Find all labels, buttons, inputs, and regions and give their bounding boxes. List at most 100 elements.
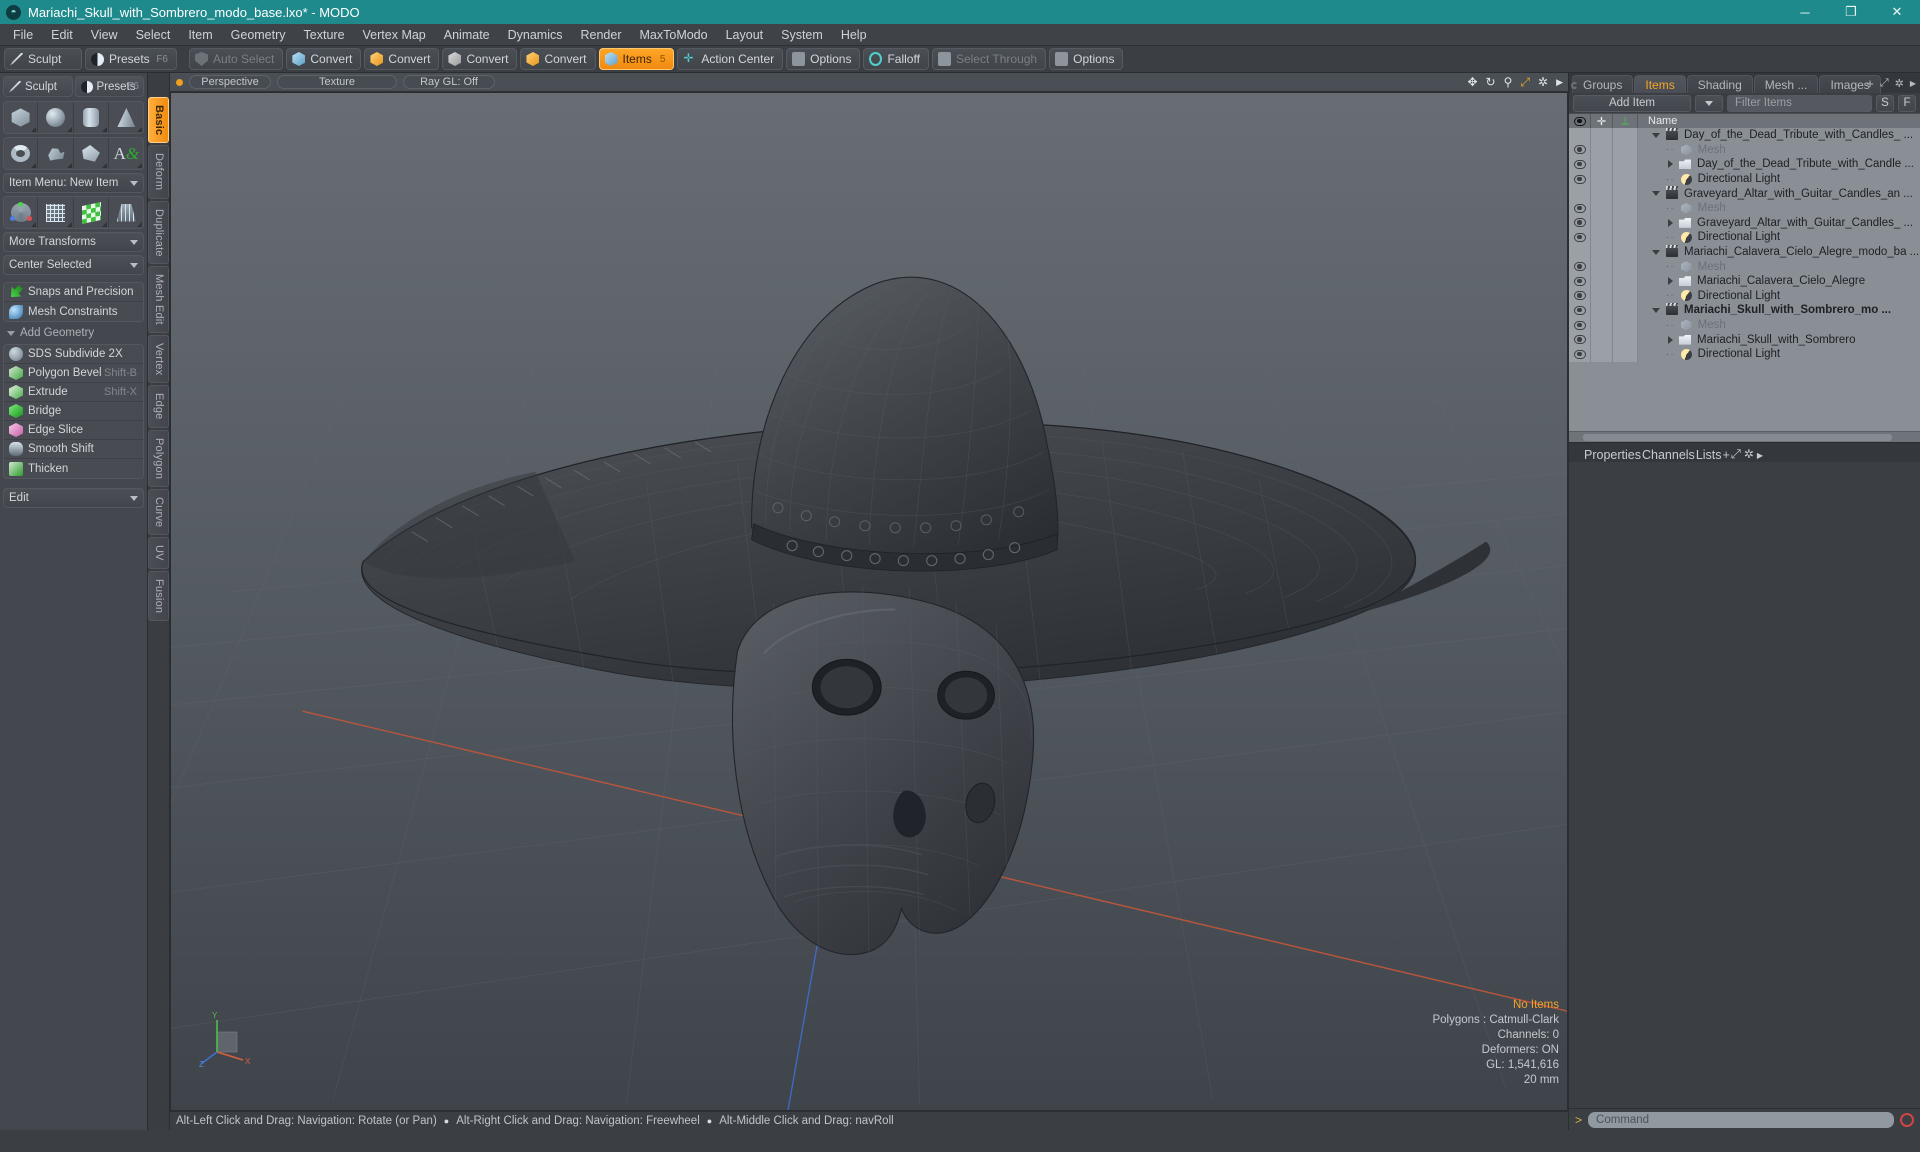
tab-mesh[interactable]: Mesh ... bbox=[1753, 75, 1819, 93]
add-geometry-header[interactable]: Add Geometry bbox=[3, 325, 144, 341]
checker-button[interactable] bbox=[75, 197, 109, 228]
viewport-projection-dropdown[interactable]: Perspective bbox=[189, 75, 271, 89]
item-name-cell[interactable]: ·· Mesh bbox=[1638, 201, 1920, 216]
menu-item-system[interactable]: System bbox=[772, 24, 832, 46]
axis-cell[interactable] bbox=[1613, 332, 1638, 347]
visibility-toggle[interactable] bbox=[1569, 230, 1591, 245]
move-icon[interactable]: ✥ bbox=[1467, 75, 1477, 89]
maximize-button[interactable]: ❐ bbox=[1828, 0, 1874, 24]
toolbar-falloff-button-8[interactable]: Falloff bbox=[863, 48, 929, 70]
name-column-header[interactable]: Name bbox=[1638, 114, 1920, 129]
visibility-toggle[interactable] bbox=[1569, 288, 1591, 304]
item-row[interactable]: ·· Directional Light bbox=[1569, 171, 1920, 187]
close-button[interactable]: ✕ bbox=[1874, 0, 1920, 24]
item-name-cell[interactable]: Day_of_the_Dead_Tribute_with_Candles_ ..… bbox=[1638, 128, 1920, 143]
menu-item-vertex-map[interactable]: Vertex Map bbox=[354, 24, 435, 46]
vtab-edge[interactable]: Edge bbox=[148, 385, 169, 428]
item-name-cell[interactable]: Mariachi_Calavera_Cielo_Alegre_modo_ba .… bbox=[1638, 244, 1920, 260]
visibility-toggle[interactable] bbox=[1569, 244, 1591, 260]
record-icon[interactable] bbox=[1900, 1112, 1914, 1127]
menu-item-dynamics[interactable]: Dynamics bbox=[499, 24, 572, 46]
expand-icon[interactable]: ⤢ bbox=[1731, 447, 1741, 461]
lattice-button[interactable] bbox=[110, 197, 143, 228]
menu-item-select[interactable]: Select bbox=[127, 24, 180, 46]
lock-cell[interactable] bbox=[1591, 186, 1613, 201]
visibility-toggle[interactable] bbox=[1569, 259, 1591, 274]
menu-item-render[interactable]: Render bbox=[572, 24, 631, 46]
lock-cell[interactable] bbox=[1591, 200, 1613, 216]
item-name-cell[interactable]: ·· Mesh bbox=[1638, 318, 1920, 333]
item-name-cell[interactable]: ·· Directional Light bbox=[1638, 172, 1920, 187]
expand-icon[interactable]: ⤢ bbox=[1880, 77, 1889, 90]
toolbar-options-button-7[interactable]: Options bbox=[786, 48, 861, 70]
tool-bridge[interactable]: Bridge bbox=[4, 402, 143, 421]
visibility-toggle[interactable] bbox=[1569, 317, 1591, 333]
gear-icon[interactable]: ✲ bbox=[1538, 75, 1548, 89]
axis-cell[interactable] bbox=[1613, 259, 1638, 274]
scrollbar-thumb[interactable] bbox=[1583, 434, 1892, 441]
visibility-toggle[interactable] bbox=[1569, 128, 1591, 143]
menu-item-layout[interactable]: Layout bbox=[717, 24, 773, 46]
minimize-button[interactable]: ─ bbox=[1782, 0, 1828, 24]
chevron-right-icon[interactable] bbox=[1668, 160, 1673, 169]
add-tab-icon[interactable]: + bbox=[1866, 76, 1874, 91]
chevron-right-icon[interactable]: ▶ bbox=[1910, 79, 1916, 88]
item-row[interactable]: ·· Directional Light bbox=[1569, 230, 1920, 245]
item-row[interactable]: ·· Directional Light bbox=[1569, 288, 1920, 304]
chevron-down-icon[interactable] bbox=[1652, 249, 1660, 255]
toolbar-options-button-10[interactable]: Options bbox=[1049, 48, 1124, 70]
expand-icon[interactable]: ⤢ bbox=[1520, 75, 1530, 90]
chevron-right-icon[interactable] bbox=[1668, 218, 1673, 227]
item-list[interactable]: Day_of_the_Dead_Tribute_with_Candles_ ..… bbox=[1569, 128, 1920, 431]
add-properties-tab[interactable]: + bbox=[1723, 448, 1730, 462]
item-row[interactable]: ·· Directional Light bbox=[1569, 346, 1920, 362]
item-name-cell[interactable]: ·· Directional Light bbox=[1638, 347, 1920, 362]
center-selected-dropdown[interactable]: Center Selected bbox=[3, 255, 144, 275]
item-row[interactable]: ·· Mesh bbox=[1569, 259, 1920, 274]
command-input[interactable]: Command bbox=[1588, 1111, 1894, 1128]
mesh-constraints-button[interactable]: Mesh Constraints bbox=[4, 302, 143, 321]
item-name-cell[interactable]: Mariachi_Skull_with_Sombrero_mo ... bbox=[1638, 303, 1920, 318]
menu-item-view[interactable]: View bbox=[82, 24, 127, 46]
menu-item-geometry[interactable]: Geometry bbox=[222, 24, 295, 46]
tab-properties[interactable]: Properties bbox=[1584, 448, 1641, 462]
item-name-cell[interactable]: ·· Directional Light bbox=[1638, 289, 1920, 304]
visibility-column-icon[interactable] bbox=[1569, 113, 1591, 129]
visibility-toggle[interactable] bbox=[1569, 273, 1591, 289]
item-row[interactable]: Mariachi_Calavera_Cielo_Alegre_modo_ba .… bbox=[1569, 244, 1920, 260]
toolbar-presets-button[interactable]: Presets F6 bbox=[85, 48, 177, 70]
toolbar-sculpt-button[interactable]: Sculpt bbox=[4, 48, 82, 70]
lock-cell[interactable] bbox=[1591, 128, 1613, 143]
toolbar-convert-button-4[interactable]: Convert bbox=[520, 48, 596, 70]
filter-f-button[interactable]: F bbox=[1898, 94, 1916, 112]
text-primitive-button[interactable]: A& bbox=[110, 138, 143, 169]
presets-button[interactable]: Presets F6 bbox=[74, 76, 144, 97]
viewport-menu-icon[interactable] bbox=[176, 78, 183, 86]
cylinder-primitive-button[interactable] bbox=[75, 102, 109, 133]
menu-item-edit[interactable]: Edit bbox=[42, 24, 82, 46]
item-name-cell[interactable]: Mariachi_Calavera_Cielo_Alegre bbox=[1638, 274, 1920, 289]
item-row[interactable]: Day_of_the_Dead_Tribute_with_Candle ... bbox=[1569, 157, 1920, 172]
cube-primitive-button[interactable] bbox=[4, 102, 39, 133]
item-row[interactable]: ·· Mesh bbox=[1569, 142, 1920, 158]
item-row[interactable]: Mariachi_Calavera_Cielo_Alegre bbox=[1569, 273, 1920, 289]
toolbar-action-center-button-6[interactable]: ✛ Action Center bbox=[677, 48, 784, 70]
vtab-vertex[interactable]: Vertex bbox=[148, 335, 169, 384]
edit-dropdown[interactable]: Edit bbox=[3, 488, 144, 508]
toolbar-convert-button-2[interactable]: Convert bbox=[364, 48, 440, 70]
vtab-fusion[interactable]: Fusion bbox=[148, 571, 169, 622]
axis-cell[interactable] bbox=[1613, 215, 1638, 231]
polygon-primitive-button[interactable] bbox=[75, 138, 109, 169]
axis-cell[interactable] bbox=[1613, 157, 1638, 172]
lock-cell[interactable] bbox=[1591, 215, 1613, 231]
toolbar-items-button-5[interactable]: Items 5 bbox=[598, 48, 675, 70]
lock-cell[interactable] bbox=[1591, 317, 1613, 333]
lock-cell[interactable] bbox=[1591, 346, 1613, 362]
lock-cell[interactable] bbox=[1591, 259, 1613, 274]
item-row[interactable]: ·· Mesh bbox=[1569, 200, 1920, 216]
lock-cell[interactable] bbox=[1591, 157, 1613, 172]
axis-cell[interactable] bbox=[1613, 171, 1638, 187]
vtab-curve[interactable]: Curve bbox=[148, 489, 169, 536]
filter-items-input[interactable]: Filter Items bbox=[1727, 94, 1872, 112]
lock-column-icon[interactable]: ✛ bbox=[1591, 113, 1613, 129]
